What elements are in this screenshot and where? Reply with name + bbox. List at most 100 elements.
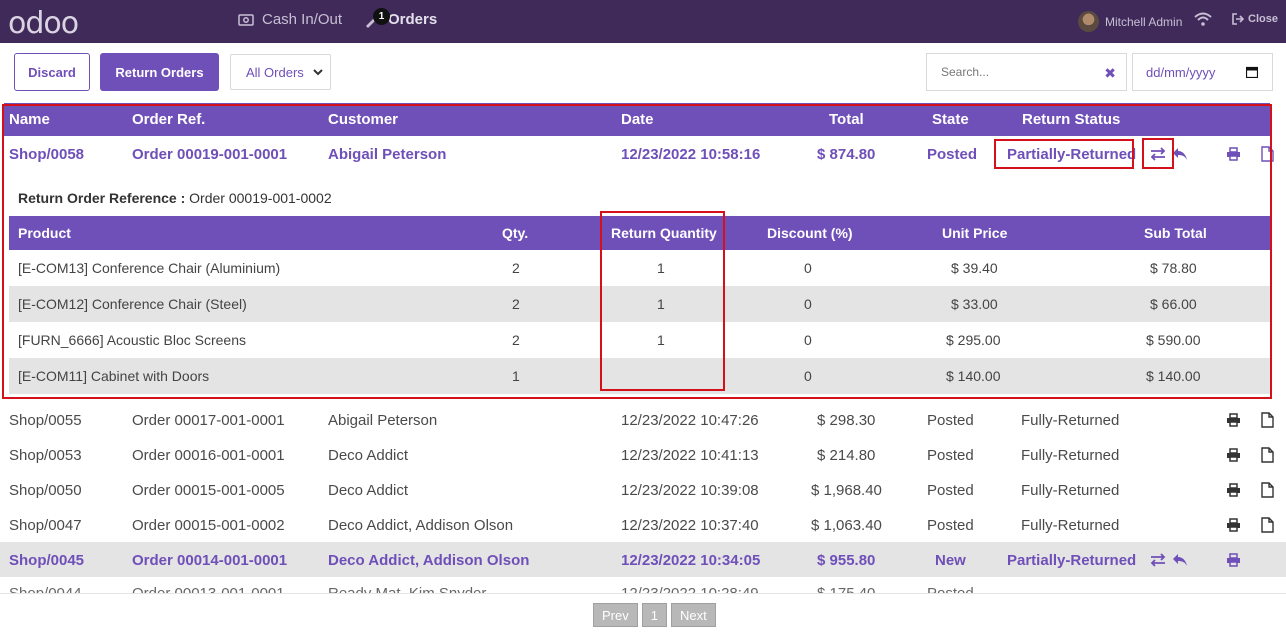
order-return-status: Fully-Returned	[1021, 412, 1120, 429]
line-product: [E-COM11] Cabinet with Doors	[18, 368, 210, 384]
exchange-icon[interactable]	[1150, 553, 1166, 567]
header-total: Total	[829, 111, 864, 128]
header-date: Date	[621, 111, 654, 128]
table-row[interactable]: Shop/0047 Order 00015-001-0002 Deco Addi…	[0, 507, 1286, 542]
order-name: Shop/0058	[9, 146, 85, 163]
line-unit-price: $ 39.40	[951, 260, 998, 276]
detail-line: [E-COM12] Conference Chair (Steel) 2 1 0…	[9, 286, 1271, 322]
order-total: $ 955.80	[817, 552, 876, 569]
print-icon[interactable]	[1226, 413, 1241, 427]
detail-header-qty: Qty.	[502, 225, 529, 241]
wifi-icon	[1194, 12, 1212, 26]
search-placeholder: Search...	[941, 65, 990, 79]
order-total: $ 298.30	[817, 412, 876, 429]
close-label: Close	[1248, 13, 1278, 25]
line-discount: 0	[804, 332, 812, 348]
odoo-logo: odoo	[8, 6, 79, 41]
document-icon[interactable]	[1261, 517, 1274, 533]
next-page-button[interactable]: Next	[670, 603, 716, 627]
print-icon[interactable]	[1226, 147, 1241, 161]
order-date: 12/23/2022 10:28:49	[621, 585, 759, 593]
discard-button[interactable]: Discard	[14, 53, 90, 91]
detail-header-unit-price: Unit Price	[942, 225, 1008, 241]
document-icon[interactable]	[1261, 447, 1274, 463]
orders-button[interactable]: 1 Orders	[366, 7, 438, 28]
exchange-icon[interactable]	[1150, 147, 1166, 161]
date-placeholder: dd/mm/yyyy	[1146, 64, 1216, 80]
detail-line: [FURN_6666] Acoustic Bloc Screens 2 1 0 …	[9, 322, 1271, 358]
detail-line: [E-COM11] Cabinet with Doors 1 0 $ 140.0…	[9, 358, 1271, 394]
prev-page-button[interactable]: Prev	[593, 603, 638, 627]
line-unit-price: $ 140.00	[946, 368, 1001, 384]
document-icon[interactable]	[1261, 412, 1274, 428]
line-return-qty: 1	[657, 296, 665, 312]
line-subtotal: $ 140.00	[1146, 368, 1201, 384]
page-number-button[interactable]: 1	[641, 603, 667, 627]
return-ref-value: Order 00019-001-0002	[189, 190, 332, 206]
line-subtotal: $ 590.00	[1146, 332, 1201, 348]
order-name: Shop/0045	[9, 552, 85, 569]
print-icon[interactable]	[1226, 553, 1241, 567]
order-return-status: Fully-Returned	[1021, 482, 1120, 499]
order-ref: Order 00015-001-0002	[132, 517, 285, 534]
user-menu[interactable]: Mitchell Admin	[1078, 11, 1182, 32]
order-customer: Deco Addict	[328, 447, 409, 464]
order-date: 12/23/2022 10:39:08	[621, 482, 759, 499]
orders-label: Orders	[388, 11, 438, 28]
order-ref: Order 00019-001-0001	[132, 146, 288, 163]
line-product: [FURN_6666] Acoustic Bloc Screens	[18, 332, 246, 348]
table-row[interactable]: Shop/0045 Order 00014-001-0001 Deco Addi…	[0, 542, 1286, 577]
print-icon[interactable]	[1226, 483, 1241, 497]
return-orders-button[interactable]: Return Orders	[100, 53, 219, 91]
table-row[interactable]: Shop/0050 Order 00015-001-0005 Deco Addi…	[0, 472, 1286, 507]
table-row[interactable]: Shop/0044 Order 00013-001-0001 Ready Mat…	[0, 579, 1286, 593]
print-icon[interactable]	[1226, 518, 1241, 532]
close-button[interactable]: Close	[1232, 13, 1278, 25]
clear-search-icon[interactable]: ✖	[1104, 65, 1116, 82]
order-ref: Order 00013-001-0001	[132, 585, 285, 593]
line-qty: 2	[512, 296, 520, 312]
reply-icon[interactable]	[1172, 146, 1188, 162]
order-ref: Order 00015-001-0005	[132, 482, 285, 499]
sign-out-icon	[1232, 13, 1244, 25]
print-icon[interactable]	[1226, 448, 1241, 462]
table-row[interactable]: Shop/0053 Order 00016-001-0001 Deco Addi…	[0, 437, 1286, 472]
document-icon[interactable]	[1261, 482, 1274, 498]
order-date: 12/23/2022 10:37:40	[621, 517, 759, 534]
order-customer: Ready Mat, Kim Snyder	[328, 585, 486, 593]
pagination: Prev 1 Next	[593, 603, 716, 627]
line-product: [E-COM13] Conference Chair (Aluminium)	[18, 260, 281, 276]
order-ref: Order 00017-001-0001	[132, 412, 285, 429]
table-row-selected[interactable]: Shop/0058 Order 00019-001-0001 Abigail P…	[0, 136, 1286, 171]
order-date: 12/23/2022 10:34:05	[621, 552, 761, 569]
cash-in-out-label: Cash In/Out	[262, 11, 343, 28]
table-row[interactable]: Shop/0055 Order 00017-001-0001 Abigail P…	[0, 402, 1286, 437]
document-icon[interactable]	[1261, 146, 1274, 162]
order-date: 12/23/2022 10:41:13	[621, 447, 759, 464]
calendar-icon[interactable]	[1246, 66, 1258, 78]
detail-header-subtotal: Sub Total	[1144, 225, 1207, 241]
line-subtotal: $ 78.80	[1150, 260, 1197, 276]
order-state: Posted	[927, 482, 974, 499]
order-name: Shop/0047	[9, 517, 82, 534]
header-return-status: Return Status	[1022, 111, 1121, 128]
header-state: State	[932, 111, 969, 128]
order-return-status: Fully-Returned	[1021, 447, 1120, 464]
order-name: Shop/0055	[9, 412, 82, 429]
date-input[interactable]: dd/mm/yyyy	[1132, 53, 1273, 91]
order-date: 12/23/2022 10:47:26	[621, 412, 759, 429]
line-qty: 2	[512, 260, 520, 276]
search-input[interactable]: Search... ✖	[926, 53, 1127, 91]
line-discount: 0	[804, 260, 812, 276]
reply-icon[interactable]	[1172, 552, 1188, 568]
line-discount: 0	[804, 296, 812, 312]
cash-in-out-button[interactable]: Cash In/Out	[238, 11, 342, 28]
orders-table-header: Name Order Ref. Customer Date Total Stat…	[4, 103, 1270, 136]
order-filter-select[interactable]: All Orders	[230, 54, 331, 90]
order-return-status: Fully-Returned	[1021, 517, 1120, 534]
order-state: Posted	[927, 412, 974, 429]
order-total: $ 1,968.40	[811, 482, 882, 499]
user-name: Mitchell Admin	[1105, 14, 1183, 29]
line-qty: 1	[512, 368, 520, 384]
header-name: Name	[9, 111, 50, 128]
